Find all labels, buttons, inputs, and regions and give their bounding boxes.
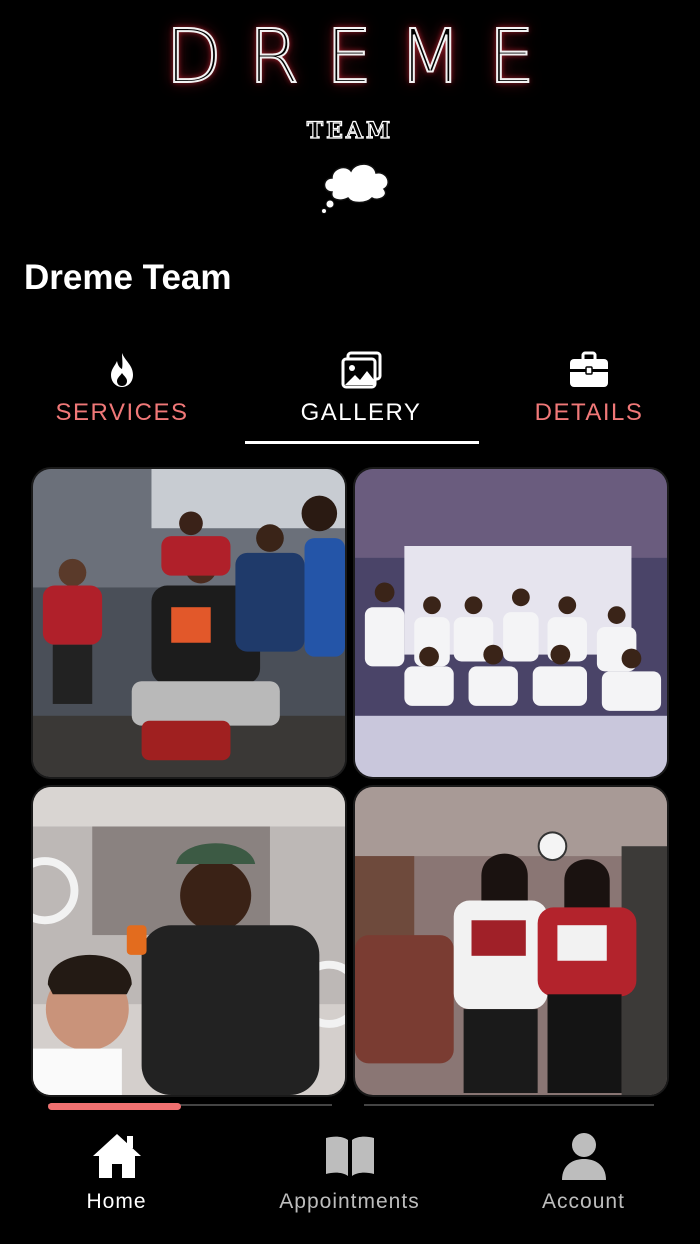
nav-label: Appointments bbox=[279, 1190, 420, 1213]
scroll-thumb bbox=[48, 1103, 181, 1110]
logo-wordmark: DREME bbox=[164, 13, 561, 101]
brand-logo: DREME TEAM bbox=[0, 0, 700, 230]
bottom-navigation: Home Appointments Account bbox=[0, 1122, 700, 1244]
photo-image bbox=[33, 469, 345, 777]
nav-label: Account bbox=[542, 1190, 625, 1213]
tab-label: SERVICES bbox=[55, 399, 189, 426]
section-tabs: SERVICES GALLERY DETAILS bbox=[0, 345, 700, 445]
tab-details[interactable]: DETAILS bbox=[472, 345, 700, 445]
gallery-photo-barber-cutting[interactable] bbox=[31, 785, 347, 1097]
book-icon bbox=[325, 1136, 374, 1176]
thought-cloud-icon bbox=[321, 163, 389, 214]
nav-appointments[interactable]: Appointments bbox=[233, 1122, 466, 1222]
nav-account[interactable]: Account bbox=[467, 1122, 700, 1222]
gallery-photo-two-women-jerseys[interactable] bbox=[353, 785, 669, 1097]
user-icon bbox=[561, 1133, 606, 1180]
tab-gallery[interactable]: GALLERY bbox=[244, 345, 478, 445]
tab-label: DETAILS bbox=[534, 399, 644, 426]
active-tab-indicator bbox=[245, 441, 479, 444]
logo-sub-wordmark: TEAM bbox=[306, 117, 394, 144]
tab-label: GALLERY bbox=[300, 399, 422, 426]
photo-image bbox=[355, 787, 667, 1095]
gallery-photo-event-backdrop[interactable] bbox=[353, 467, 669, 779]
photo-gallery bbox=[31, 467, 669, 1099]
flame-icon bbox=[111, 353, 133, 387]
scroll-track bbox=[364, 1104, 654, 1106]
briefcase-icon bbox=[570, 351, 608, 387]
home-icon bbox=[92, 1134, 141, 1178]
photo-image bbox=[355, 469, 667, 777]
nav-home[interactable]: Home bbox=[0, 1122, 233, 1222]
gallery-photo-group-jerseys[interactable] bbox=[31, 467, 347, 779]
image-icon bbox=[341, 351, 382, 389]
nav-label: Home bbox=[86, 1190, 147, 1213]
page-title: Dreme Team bbox=[24, 258, 232, 297]
photo-image bbox=[33, 787, 345, 1095]
gallery-scroll-indicator bbox=[48, 1103, 656, 1110]
tab-services[interactable]: SERVICES bbox=[5, 345, 239, 445]
